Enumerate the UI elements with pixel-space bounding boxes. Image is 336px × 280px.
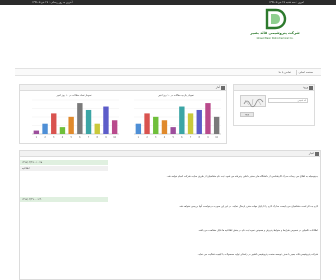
- news-date: ۱۳۹۸/۰۳/۲۷ - ۰۹:۳۰: [20, 197, 108, 202]
- box-header-icon: [309, 86, 313, 90]
- chart-tick-label: 3: [53, 136, 55, 139]
- chart-bar[interactable]: [153, 116, 159, 134]
- box-header-icon: [221, 86, 225, 90]
- news-subtitle[interactable]: اطلاعیه: [20, 166, 108, 171]
- captcha-image: [240, 95, 266, 108]
- chart-tick-label: 5: [172, 136, 174, 139]
- chart-title: نمودار بازدید مقالات در ۱۰ روز اخیر: [158, 94, 194, 97]
- main-nav: صفحه اصلی تماس با ما: [15, 68, 321, 76]
- chart-bar[interactable]: [68, 116, 74, 134]
- news-paragraph: اطلاعات تکمیلی در خصوص شرایط و ضوابط پذی…: [198, 229, 318, 232]
- chart-tick-label: 6: [181, 136, 183, 139]
- chart-tick-label: 2: [146, 136, 148, 139]
- page-container: شرکت پتروشیمی قائد بصیر Ghaed Basir Petr…: [15, 5, 321, 280]
- news-paragraph: لازم به ذکر است متقاضیان می بایست مدارک …: [178, 205, 318, 208]
- login-box: ورود کد امنیتی ورود: [233, 84, 315, 126]
- nav-contact-link[interactable]: تماس با ما: [279, 69, 291, 76]
- chart-bar[interactable]: [205, 103, 211, 134]
- chart-tick-label: 9: [207, 136, 209, 139]
- chart-tick-label: 1: [138, 136, 140, 139]
- chart-bar[interactable]: [111, 120, 118, 134]
- chart-tick-label: 9: [105, 136, 107, 139]
- nav-divider: [296, 70, 297, 75]
- chart-tick-label: 7: [88, 136, 90, 139]
- chart-bar[interactable]: [77, 103, 83, 134]
- chart-tick-label: 4: [62, 136, 64, 139]
- news-paragraph: بدینوسیله به اطلاع می رساند مدرک کارشناس…: [166, 175, 318, 178]
- articles-visits-chart: نمودار بازدید مقالات در ۱۰ روز اخیر 1 2 3 4…: [128, 94, 224, 140]
- chart-tick-label: 2: [44, 136, 46, 139]
- chart-tick-label: 1: [36, 136, 38, 139]
- chart-tick-label: 3: [155, 136, 157, 139]
- chart-bar[interactable]: [51, 113, 57, 134]
- captcha-input[interactable]: کد امنیتی: [268, 98, 308, 103]
- chart-tick-label: 10: [113, 136, 116, 139]
- chart-tick-label: 8: [97, 136, 99, 139]
- box-header-icon: [315, 152, 319, 156]
- nav-home-link[interactable]: صفحه اصلی: [299, 69, 313, 76]
- chart-title: نمودار تعداد مقالات در ۱۰ روز اخیر: [56, 94, 92, 97]
- login-box-title: ورود: [303, 86, 308, 89]
- news-box: اخبار ۱۳۹۸/۰۳/۲۸ - ۱۰:۴۵ اطلاعیه بدینوسی…: [19, 150, 321, 280]
- chart-tick-label: 4: [164, 136, 166, 139]
- chart-bar[interactable]: [33, 130, 40, 134]
- stats-box: آمار نمودار تعداد مقالات در ۱۰ روز اخیر …: [19, 84, 227, 144]
- captcha-glyphs-icon: [243, 98, 264, 108]
- chart-bar[interactable]: [179, 106, 185, 134]
- chart-tick-label: 6: [79, 136, 81, 139]
- news-box-header: اخبار: [20, 151, 320, 157]
- stats-box-header: آمار: [20, 85, 226, 91]
- chart-bar[interactable]: [187, 113, 194, 134]
- chart-tick-label: 5: [70, 136, 72, 139]
- chart-bar[interactable]: [135, 123, 142, 134]
- chart-plot: 1 2 3 4 5 6 7 8 9 10: [134, 99, 221, 139]
- chart-bar[interactable]: [85, 109, 92, 134]
- chart-bar[interactable]: [170, 127, 176, 134]
- login-box-header: ورود: [234, 85, 314, 91]
- chart-bar[interactable]: [42, 123, 48, 134]
- chart-tick-label: 10: [215, 136, 218, 139]
- brand-block[interactable]: شرکت پتروشیمی قائد بصیر Ghaed Basir Petr…: [247, 8, 303, 66]
- chart-bar[interactable]: [144, 113, 150, 134]
- chart-plot: 1 2 3 4 5 6 7 8 9 10: [32, 99, 119, 139]
- login-submit-button[interactable]: ورود: [240, 112, 254, 117]
- company-logo-icon: [265, 8, 287, 30]
- chart-bar[interactable]: [94, 123, 100, 134]
- chart-tick-label: 8: [199, 136, 201, 139]
- chart-bar[interactable]: [103, 106, 109, 134]
- chart-bar[interactable]: [59, 127, 66, 134]
- chart-tick-label: 7: [190, 136, 192, 139]
- brand-name-fa: شرکت پتروشیمی قائد بصیر: [250, 31, 300, 35]
- header-banner: شرکت پتروشیمی قائد بصیر Ghaed Basir Petr…: [15, 5, 321, 68]
- chart-bar[interactable]: [213, 116, 220, 134]
- stats-box-title: آمار: [215, 86, 220, 89]
- chart-bar[interactable]: [161, 120, 168, 134]
- news-paragraph: شرکت پتروشیمی قائد بصیر با هدف توسعه صنع…: [197, 253, 318, 256]
- chart-bar[interactable]: [196, 109, 202, 134]
- brand-name-en: Ghaed Basir Petrochemical Co.: [256, 37, 294, 40]
- articles-count-chart: نمودار تعداد مقالات در ۱۰ روز اخیر 1 2 3 4 5…: [26, 94, 122, 140]
- news-box-title: اخبار: [308, 152, 314, 155]
- news-date: ۱۳۹۸/۰۳/۲۸ - ۱۰:۴۵: [20, 160, 108, 165]
